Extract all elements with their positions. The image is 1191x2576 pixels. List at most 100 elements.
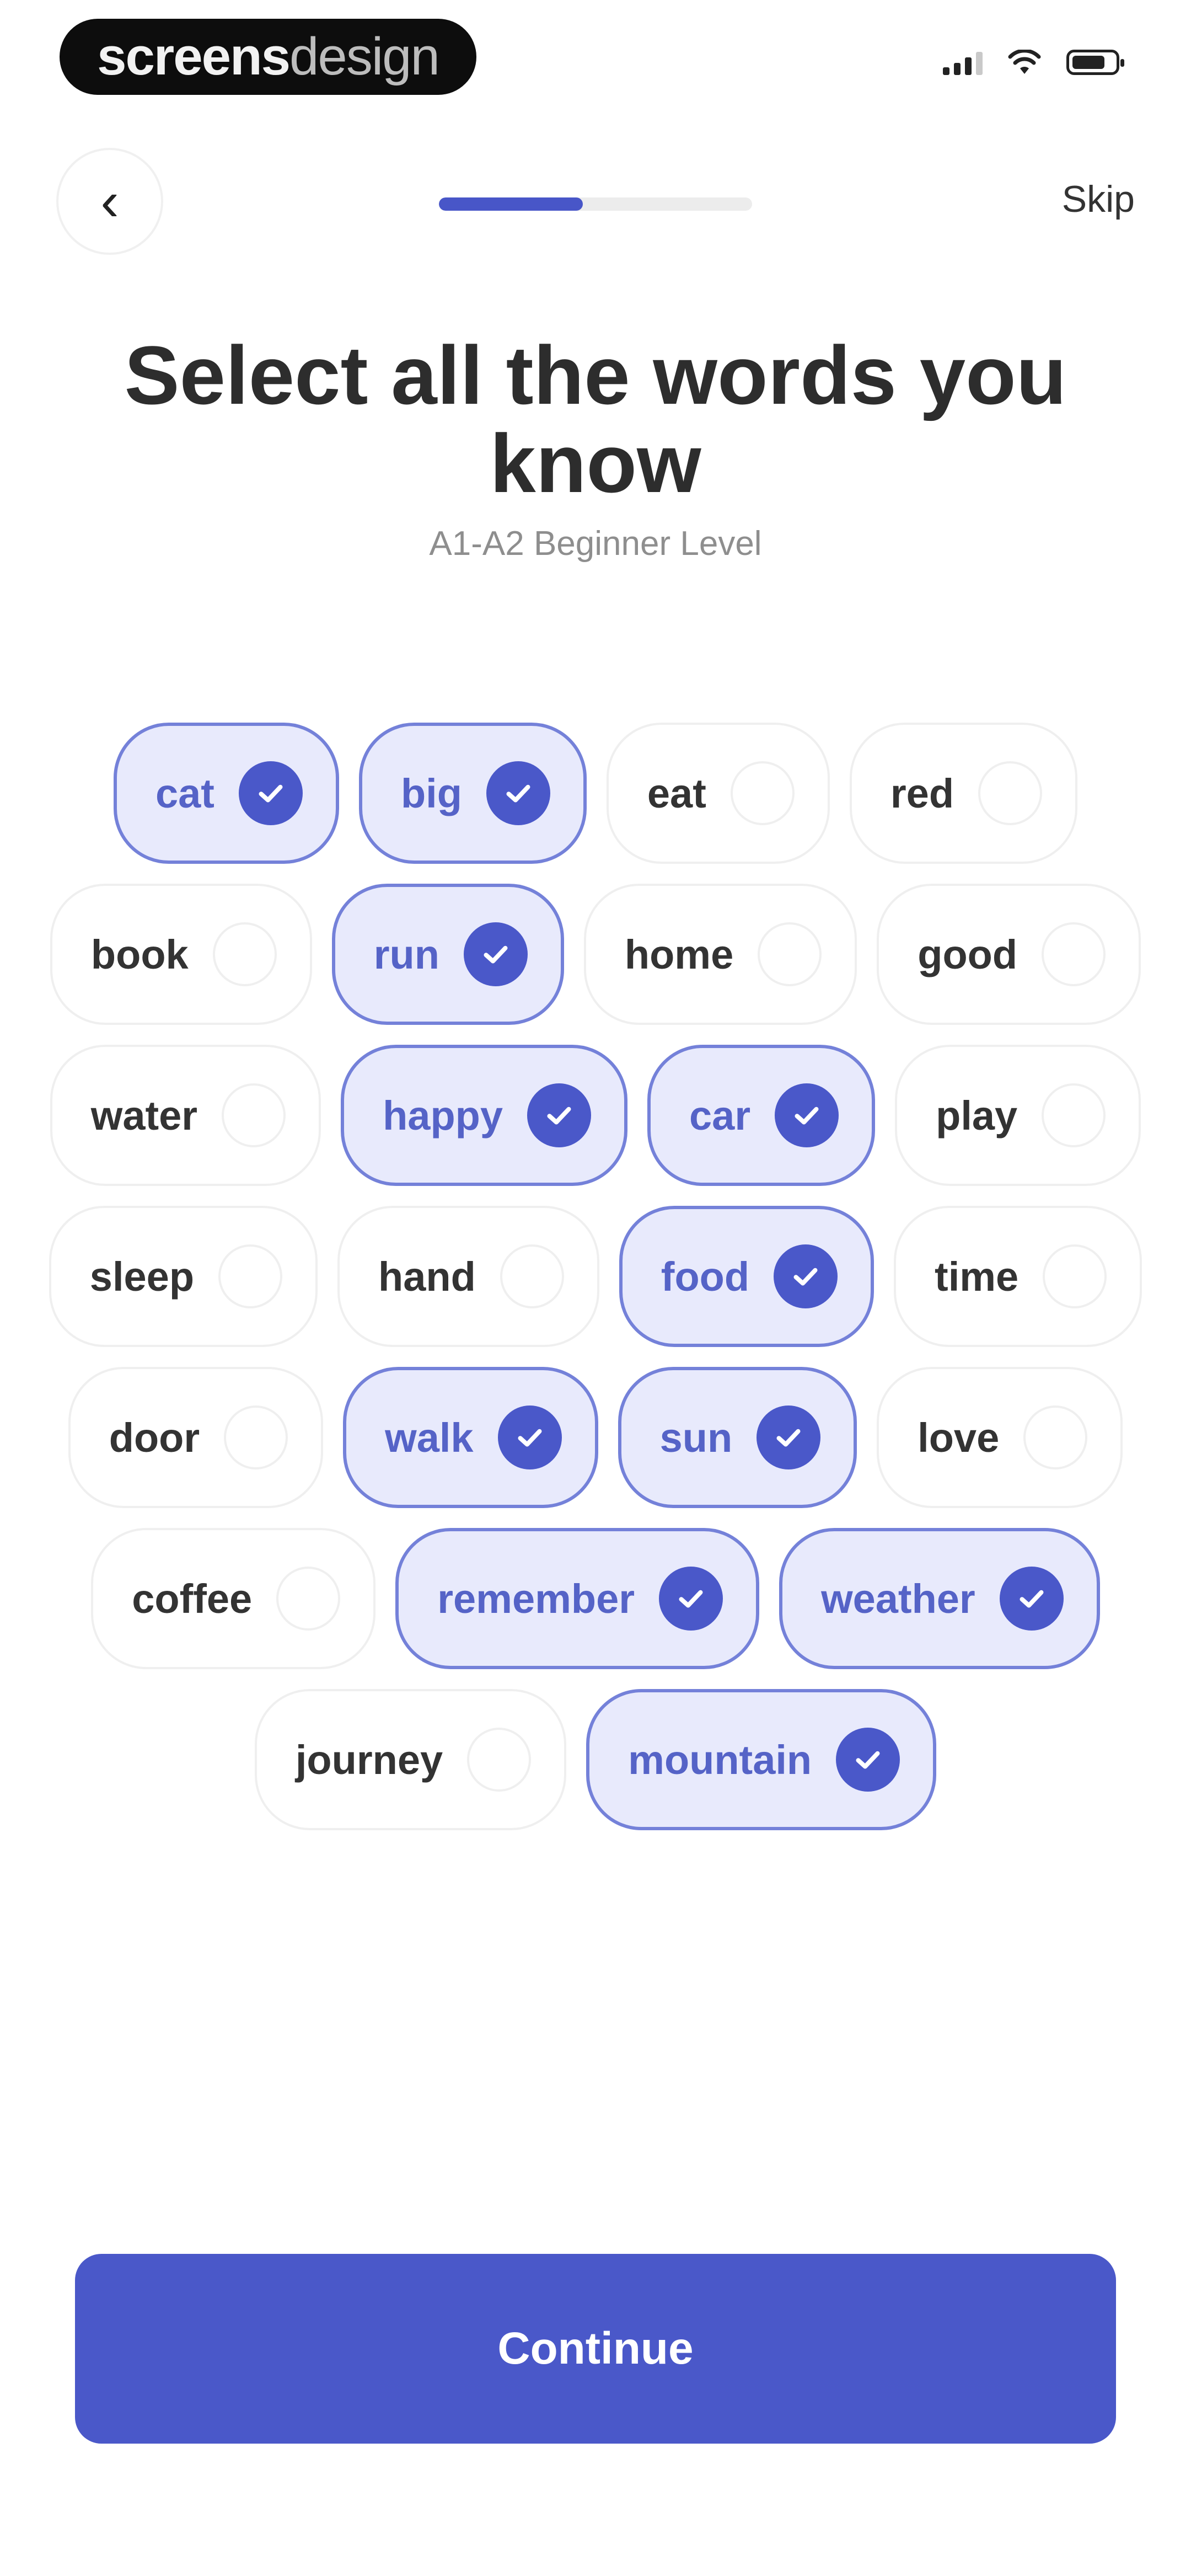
word-chip-label: mountain bbox=[628, 1736, 812, 1783]
status-bar: screens design bbox=[0, 0, 1191, 110]
status-icons bbox=[943, 50, 1124, 75]
empty-circle-icon bbox=[224, 1405, 288, 1469]
word-chip-label: cat bbox=[155, 770, 214, 816]
empty-circle-icon bbox=[212, 922, 277, 986]
word-chip-label: big bbox=[400, 770, 462, 816]
word-chip-row: journey mountain bbox=[0, 1689, 1191, 1830]
skip-link[interactable]: Skip bbox=[1062, 178, 1135, 221]
word-chip-eat[interactable]: eat bbox=[606, 723, 830, 864]
progress-bar bbox=[439, 197, 752, 211]
empty-circle-icon bbox=[1043, 1244, 1107, 1308]
empty-circle-icon bbox=[1023, 1405, 1088, 1469]
word-chip-cat[interactable]: cat bbox=[113, 723, 339, 864]
word-chip-row: book run home good bbox=[0, 884, 1191, 1025]
empty-circle-icon bbox=[1042, 922, 1106, 986]
word-chip-label: walk bbox=[385, 1414, 474, 1461]
checkmark-icon bbox=[757, 1405, 821, 1469]
empty-circle-icon bbox=[276, 1567, 341, 1631]
word-chip-row: cat big eat red bbox=[0, 723, 1191, 864]
wifi-icon bbox=[1008, 50, 1041, 75]
checkmark-icon bbox=[999, 1567, 1064, 1631]
word-chip-label: door bbox=[109, 1414, 200, 1461]
empty-circle-icon bbox=[758, 922, 822, 986]
checkmark-icon bbox=[527, 1083, 592, 1147]
checkmark-icon bbox=[659, 1567, 723, 1631]
word-chip-row: water happy car play bbox=[0, 1045, 1191, 1186]
checkmark-icon bbox=[238, 761, 303, 825]
word-chip-label: hand bbox=[378, 1253, 476, 1300]
word-chip-row: sleep hand food time bbox=[0, 1206, 1191, 1347]
checkmark-icon bbox=[463, 922, 528, 986]
word-chip-happy[interactable]: happy bbox=[341, 1045, 628, 1186]
word-chip-mountain[interactable]: mountain bbox=[586, 1689, 937, 1830]
word-chip-love[interactable]: love bbox=[877, 1367, 1123, 1508]
chevron-left-icon: ‹ bbox=[100, 170, 119, 232]
word-chip-weather[interactable]: weather bbox=[779, 1528, 1100, 1669]
word-chip-walk[interactable]: walk bbox=[343, 1367, 598, 1508]
brand-logo-bold: screens bbox=[97, 27, 291, 86]
battery-icon bbox=[1066, 50, 1124, 75]
checkmark-icon bbox=[486, 761, 550, 825]
cellular-signal-icon bbox=[943, 50, 983, 75]
checkmark-icon bbox=[775, 1083, 839, 1147]
word-chip-label: happy bbox=[383, 1092, 503, 1139]
empty-circle-icon bbox=[218, 1244, 283, 1308]
word-chip-row: door walk sun love bbox=[0, 1367, 1191, 1508]
word-chip-label: good bbox=[918, 931, 1018, 977]
word-chip-red[interactable]: red bbox=[849, 723, 1078, 864]
nav-row: ‹ Skip bbox=[0, 143, 1191, 255]
word-chip-label: love bbox=[918, 1414, 1000, 1461]
word-chip-play[interactable]: play bbox=[895, 1045, 1141, 1186]
brand-logo-light: design bbox=[289, 27, 440, 86]
empty-circle-icon bbox=[222, 1083, 286, 1147]
empty-circle-icon bbox=[1042, 1083, 1106, 1147]
word-chip-label: book bbox=[90, 931, 189, 977]
checkmark-icon bbox=[836, 1728, 900, 1792]
checkmark-icon bbox=[497, 1405, 562, 1469]
word-chip-journey[interactable]: journey bbox=[254, 1689, 567, 1830]
word-chip-door[interactable]: door bbox=[68, 1367, 324, 1508]
word-chip-sun[interactable]: sun bbox=[618, 1367, 857, 1508]
word-chip-time[interactable]: time bbox=[894, 1206, 1142, 1347]
checkmark-icon bbox=[774, 1244, 838, 1308]
word-chip-hand[interactable]: hand bbox=[337, 1206, 599, 1347]
word-chip-label: sun bbox=[659, 1414, 733, 1461]
level-subtitle: A1-A2 Beginner Level bbox=[429, 525, 762, 563]
continue-button[interactable]: Continue bbox=[75, 2254, 1116, 2444]
word-chip-label: weather bbox=[821, 1575, 975, 1622]
word-chip-label: eat bbox=[647, 770, 706, 816]
back-button[interactable]: ‹ bbox=[56, 148, 163, 255]
word-chip-run[interactable]: run bbox=[331, 884, 564, 1025]
word-chip-label: car bbox=[689, 1092, 751, 1139]
word-chip-label: remember bbox=[437, 1575, 635, 1622]
empty-circle-icon bbox=[978, 761, 1043, 825]
brand-logo: screens design bbox=[60, 19, 476, 95]
word-chip-sleep[interactable]: sleep bbox=[49, 1206, 318, 1347]
word-chip-label: run bbox=[373, 931, 439, 977]
empty-circle-icon bbox=[467, 1728, 532, 1792]
word-chip-label: home bbox=[624, 931, 734, 977]
word-chip-label: sleep bbox=[89, 1253, 195, 1300]
page-title: Select all the words you know bbox=[124, 329, 1067, 510]
word-chip-good[interactable]: good bbox=[877, 884, 1141, 1025]
word-chip-book[interactable]: book bbox=[50, 884, 312, 1025]
word-chip-home[interactable]: home bbox=[583, 884, 857, 1025]
word-chip-label: red bbox=[890, 770, 954, 816]
word-chip-label: water bbox=[90, 1092, 198, 1139]
word-chip-label: food bbox=[661, 1253, 750, 1300]
word-chip-big[interactable]: big bbox=[358, 723, 587, 864]
word-chip-food[interactable]: food bbox=[619, 1206, 875, 1347]
word-chip-coffee[interactable]: coffee bbox=[91, 1528, 376, 1669]
word-chip-row: coffee remember weather bbox=[0, 1528, 1191, 1669]
progress-bar-fill bbox=[439, 197, 583, 211]
word-chip-label: time bbox=[935, 1253, 1019, 1300]
word-chip-grid: cat big eat red book run home good water happy car… bbox=[0, 723, 1191, 1850]
word-chip-label: coffee bbox=[132, 1575, 253, 1622]
word-chip-label: play bbox=[936, 1092, 1018, 1139]
word-chip-remember[interactable]: remember bbox=[395, 1528, 760, 1669]
word-chip-water[interactable]: water bbox=[50, 1045, 321, 1186]
empty-circle-icon bbox=[500, 1244, 564, 1308]
word-chip-car[interactable]: car bbox=[647, 1045, 876, 1186]
word-chip-label: journey bbox=[295, 1736, 443, 1783]
empty-circle-icon bbox=[730, 761, 795, 825]
